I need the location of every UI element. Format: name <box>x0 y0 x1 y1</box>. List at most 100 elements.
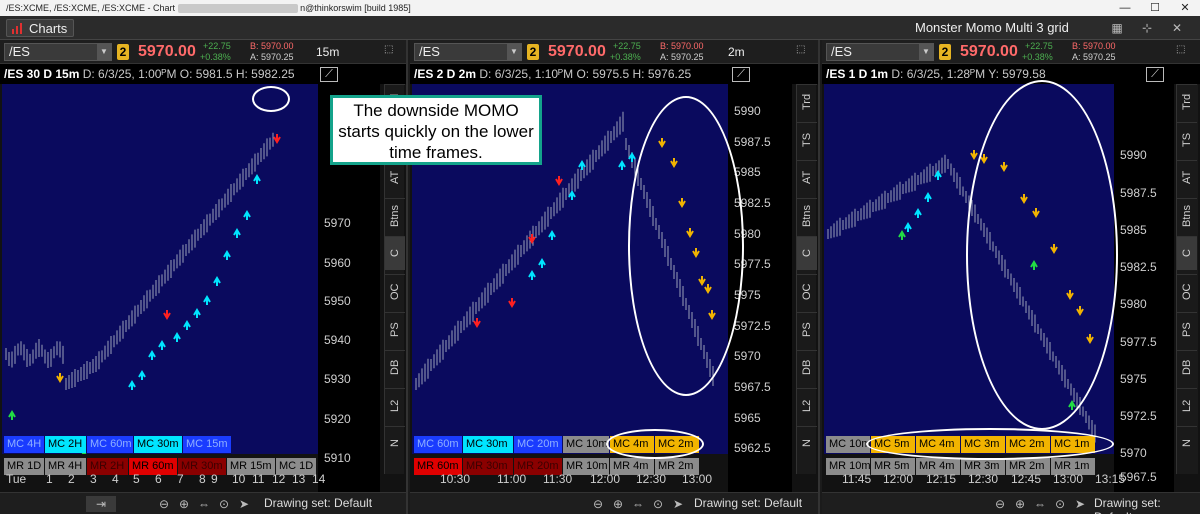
drawing-set[interactable]: Drawing set: Default <box>694 496 802 510</box>
zoom-in-icon[interactable]: ⊕ <box>610 496 626 512</box>
pan-icon[interactable]: ⇔ <box>1032 496 1048 512</box>
y-tick: 5972.5 <box>1120 409 1157 423</box>
price-axis[interactable]: 5990 5987.5 5985 5982.5 5980 5977.5 5975… <box>1114 84 1174 514</box>
side-btn-n[interactable]: N <box>1177 426 1197 460</box>
link-badge[interactable]: 2 <box>527 44 539 60</box>
crosshair-icon[interactable]: ⊙ <box>650 496 666 512</box>
symbol-selector[interactable]: /ES ▼ <box>826 43 934 61</box>
side-btn-trd[interactable]: Trd <box>797 84 817 118</box>
cursor-icon[interactable]: ➤ <box>1072 496 1088 512</box>
side-btn-oc[interactable]: OC <box>1177 274 1197 308</box>
zoom-out-icon[interactable]: ⊖ <box>590 496 606 512</box>
y-tick: 5970 <box>734 349 761 363</box>
down-arrow-signal <box>273 134 281 144</box>
side-btn-ts[interactable]: TS <box>797 122 817 156</box>
side-btn-btns[interactable]: Btns <box>797 198 817 232</box>
share-icon[interactable]: ⬚ <box>796 44 810 60</box>
y-tick: 5987.5 <box>1120 186 1157 200</box>
net-change-pct: +0.38% <box>1022 52 1053 62</box>
time-axis[interactable]: 11:45 12:00 12:15 12:30 12:45 13:00 13:1… <box>822 472 1125 490</box>
close-button[interactable]: ✕ <box>1170 0 1200 16</box>
timeframe-selector[interactable]: 2m <box>728 45 745 59</box>
side-btn-ps[interactable]: PS <box>797 312 817 346</box>
minimize-button[interactable]: — <box>1110 0 1140 16</box>
side-btn-db[interactable]: DB <box>385 350 405 384</box>
side-btn-btns[interactable]: Btns <box>385 198 405 232</box>
maximize-button[interactable]: ☐ <box>1140 0 1170 16</box>
y-tick: 5962.5 <box>734 441 771 455</box>
crosshair-icon[interactable]: ⊙ <box>1052 496 1068 512</box>
collapse-icon[interactable]: ⇥ <box>86 496 116 512</box>
side-btn-ps[interactable]: PS <box>1177 312 1197 346</box>
study-title: /ES 2 D 2m <box>414 67 477 81</box>
side-btn-btns[interactable]: Btns <box>1177 198 1197 232</box>
side-btn-n[interactable]: N <box>385 426 405 460</box>
side-btn-ts[interactable]: TS <box>1177 122 1197 156</box>
bar-info: /ES 30 D 15m D: 6/3/25, 1:00ᴾM O: 5981.5… <box>0 64 406 84</box>
close-grid-icon[interactable]: ✕ <box>1168 19 1186 37</box>
link-badge[interactable]: 2 <box>939 44 951 60</box>
up-arrow-signal <box>158 340 166 350</box>
style-icon[interactable]: ⟋ <box>732 67 750 82</box>
y-tick: 5965 <box>734 411 761 425</box>
side-btn-n[interactable]: N <box>797 426 817 460</box>
grid-name[interactable]: Monster Momo Multi 3 grid <box>915 20 1069 35</box>
zoom-in-icon[interactable]: ⊕ <box>176 496 192 512</box>
side-btn-c[interactable]: C <box>1177 236 1197 270</box>
side-btn-at[interactable]: AT <box>385 160 405 194</box>
up-arrow-signal <box>233 228 241 238</box>
symbol-selector[interactable]: /ES ▼ <box>4 43 112 61</box>
cursor-icon[interactable]: ➤ <box>670 496 686 512</box>
time-axis[interactable]: 10:30 11:00 11:30 12:00 12:30 13:00 <box>410 472 726 490</box>
side-btn-at[interactable]: AT <box>797 160 817 194</box>
side-panel: Trd TS AT Btns C OC PS DB L2 N <box>1176 84 1198 474</box>
side-btn-oc[interactable]: OC <box>385 274 405 308</box>
window-title-suffix: n@thinkorswim [build 1985] <box>300 3 411 13</box>
grid-menu-icon[interactable]: ▦ <box>1108 19 1126 37</box>
side-btn-c[interactable]: C <box>797 236 817 270</box>
net-change-pct: +0.38% <box>610 52 641 62</box>
net-change-value: +22.75 <box>1025 41 1053 51</box>
y-tick: 5970 <box>1120 446 1147 460</box>
side-btn-db[interactable]: DB <box>797 350 817 384</box>
up-arrow-signal <box>898 230 906 240</box>
share-icon[interactable]: ⬚ <box>1176 44 1190 60</box>
redacted-account <box>177 4 298 14</box>
link-badge[interactable]: 2 <box>117 44 129 60</box>
drawing-set[interactable]: Drawing set: Default <box>1094 496 1200 514</box>
side-btn-l2[interactable]: L2 <box>1177 388 1197 422</box>
drawing-set[interactable]: Drawing set: Default <box>264 496 372 510</box>
side-btn-at[interactable]: AT <box>1177 160 1197 194</box>
time-axis[interactable]: Tue 1 2 3 4 5 6 7 8 9 10 11 12 13 14 <box>0 472 325 490</box>
zoom-out-icon[interactable]: ⊖ <box>992 496 1008 512</box>
annotation-callout: The downside MOMO starts quickly on the … <box>330 95 542 165</box>
price-plot[interactable] <box>2 84 318 454</box>
drawing-toolbar: ⊖ ⊕ ⇔ ⊙ ➤ Drawing set: Default <box>822 492 1200 514</box>
symbol-label: /ES <box>419 44 440 59</box>
side-btn-trd[interactable]: Trd <box>1177 84 1197 118</box>
pan-icon[interactable]: ⇔ <box>196 496 212 512</box>
symbol-selector[interactable]: /ES ▼ <box>414 43 522 61</box>
mc-tag: MC 10m <box>563 436 609 453</box>
side-btn-ps[interactable]: PS <box>385 312 405 346</box>
x-tick: Tue <box>6 472 27 486</box>
pin-icon[interactable]: ⊹ <box>1138 19 1156 37</box>
side-btn-l2[interactable]: L2 <box>385 388 405 422</box>
share-icon[interactable]: ⬚ <box>384 44 398 60</box>
zoom-out-icon[interactable]: ⊖ <box>156 496 172 512</box>
net-change-value: +22.75 <box>613 41 641 51</box>
cursor-icon[interactable]: ➤ <box>236 496 252 512</box>
side-btn-db[interactable]: DB <box>1177 350 1197 384</box>
side-btn-c[interactable]: C <box>385 236 405 270</box>
timeframe-selector[interactable]: 15m <box>316 45 339 59</box>
pan-icon[interactable]: ⇔ <box>630 496 646 512</box>
style-icon[interactable]: ⟋ <box>320 67 338 82</box>
crosshair-icon[interactable]: ⊙ <box>216 496 232 512</box>
style-icon[interactable]: ⟋ <box>1146 67 1164 82</box>
bid-ask: B: 5970.00 A: 5970.25 <box>250 41 294 63</box>
x-tick: 2 <box>68 472 75 486</box>
side-btn-l2[interactable]: L2 <box>797 388 817 422</box>
zoom-in-icon[interactable]: ⊕ <box>1012 496 1028 512</box>
side-btn-oc[interactable]: OC <box>797 274 817 308</box>
charts-tab[interactable]: Charts <box>6 19 75 37</box>
